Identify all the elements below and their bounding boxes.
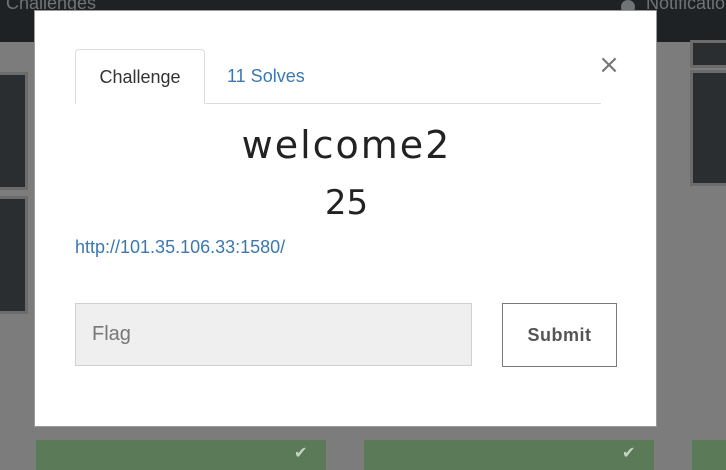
- tab-solves[interactable]: 11 Solves: [227, 49, 305, 102]
- challenge-card[interactable]: [690, 70, 726, 186]
- submit-button[interactable]: Submit: [502, 303, 617, 367]
- check-icon: ✔: [294, 443, 308, 462]
- challenge-name: welcome2: [241, 123, 452, 167]
- modal-tabs: Challenge 11 Solves: [75, 49, 601, 104]
- flag-input[interactable]: [75, 303, 472, 366]
- challenge-card[interactable]: [0, 72, 28, 190]
- challenge-points: 25: [324, 183, 369, 223]
- challenge-modal: × Challenge 11 Solves welcome2 25 http:/…: [34, 10, 657, 427]
- challenge-link[interactable]: http://101.35.106.33:1580/: [75, 237, 285, 258]
- challenge-card[interactable]: [690, 40, 726, 68]
- challenge-card[interactable]: [0, 196, 28, 314]
- solved-challenge-card[interactable]: [692, 440, 726, 470]
- check-icon: ✔: [622, 443, 636, 462]
- solved-challenge-card[interactable]: ✔: [364, 440, 654, 470]
- nav-notifications[interactable]: Notifications: [646, 0, 726, 14]
- solved-challenge-card[interactable]: ✔: [36, 440, 326, 470]
- tab-challenge[interactable]: Challenge: [75, 49, 205, 104]
